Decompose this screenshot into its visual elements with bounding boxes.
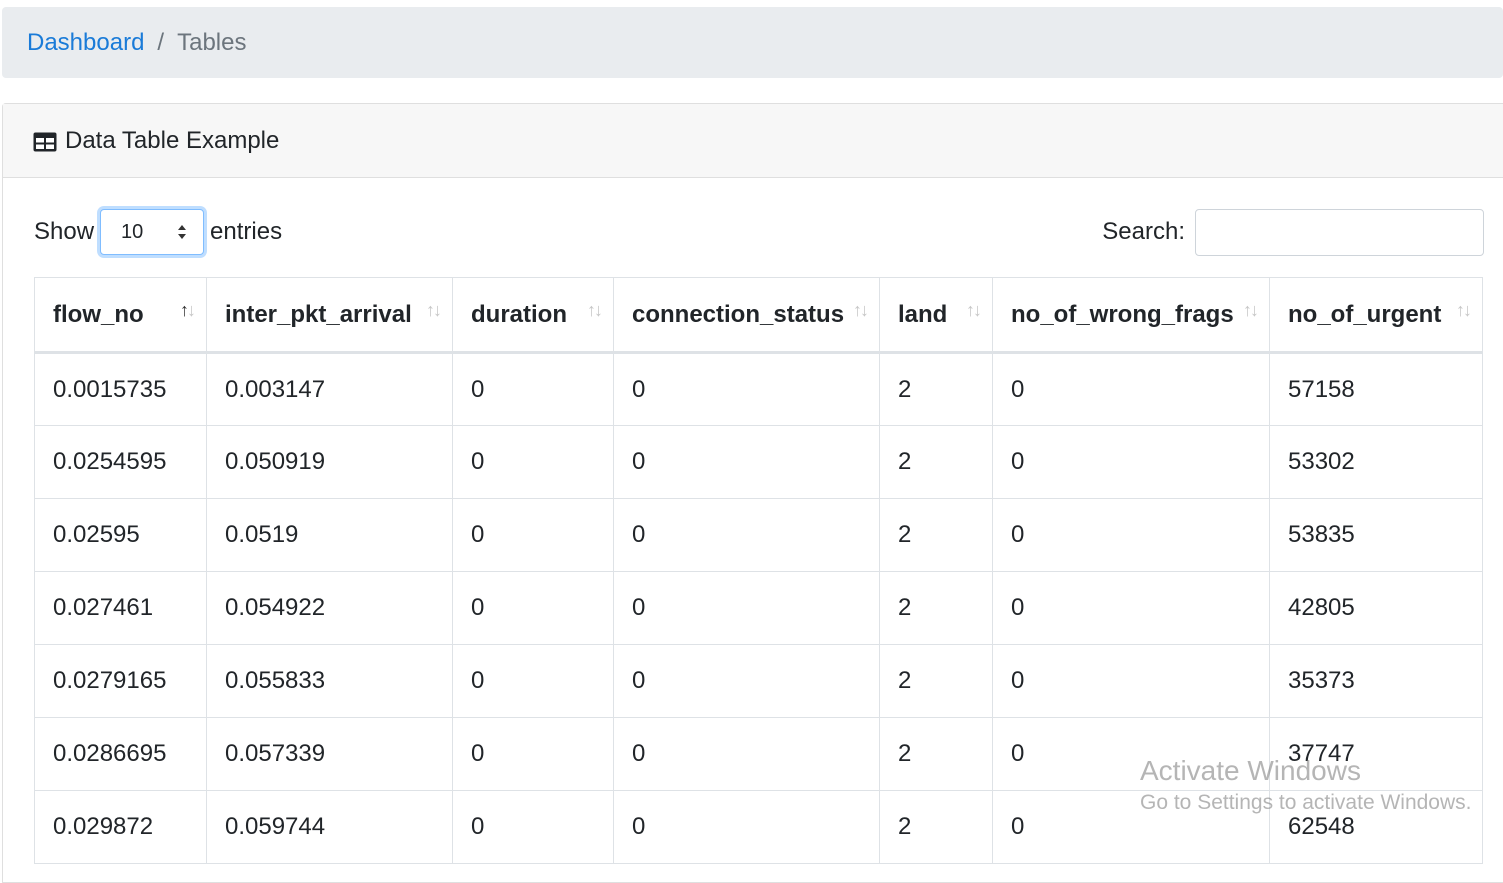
- table-cell-duration: 0: [452, 425, 614, 499]
- entries-select-value: 10: [121, 220, 144, 243]
- data-table: flow_no ↑↓ inter_pkt_arrival ↑↓ duration…: [34, 277, 1483, 864]
- entries-length-control: Show 10 entries: [34, 207, 282, 257]
- table-cell-land: 2: [879, 352, 993, 426]
- column-header-label: no_of_wrong_frags: [1011, 300, 1234, 328]
- table-cell-no-of-urgent: 53302: [1269, 425, 1483, 499]
- column-header-land[interactable]: land ↑↓: [879, 277, 993, 354]
- column-header-flow-no[interactable]: flow_no ↑↓: [34, 277, 207, 354]
- table-header-row: flow_no ↑↓ inter_pkt_arrival ↑↓ duration…: [34, 277, 1483, 354]
- table-cell-flow-no: 0.02595: [34, 498, 207, 572]
- column-header-no-of-wrong-frags[interactable]: no_of_wrong_frags ↑↓: [992, 277, 1270, 354]
- column-header-label: no_of_urgent: [1288, 300, 1442, 328]
- table-cell-duration: 0: [452, 498, 614, 572]
- table-cell-connection-status: 0: [613, 425, 880, 499]
- table-cell-land: 2: [879, 717, 993, 791]
- table-row: 0.027461 0.054922 0 0 2 0 42805: [34, 571, 1483, 645]
- column-header-label: land: [898, 300, 948, 328]
- table-controls: Show 10 entries Search:: [3, 207, 1503, 257]
- table-cell-no-of-wrong-frags: 0: [992, 790, 1270, 864]
- table-row: 0.0254595 0.050919 0 0 2 0 53302: [34, 425, 1483, 499]
- table-cell-inter-pkt-arrival: 0.003147: [206, 352, 453, 426]
- sort-asc-icon: ↑↓: [180, 300, 196, 320]
- table-cell-flow-no: 0.0286695: [34, 717, 207, 791]
- table-cell-no-of-wrong-frags: 0: [992, 425, 1270, 499]
- table-row: 0.0015735 0.003147 0 0 2 0 57158: [34, 352, 1483, 426]
- column-header-label: connection_status: [632, 300, 845, 328]
- table-cell-no-of-urgent: 57158: [1269, 352, 1483, 426]
- table-cell-flow-no: 0.0015735: [34, 352, 207, 426]
- table-cell-no-of-wrong-frags: 0: [992, 498, 1270, 572]
- table-cell-flow-no: 0.027461: [34, 571, 207, 645]
- table-cell-flow-no: 0.029872: [34, 790, 207, 864]
- column-header-duration[interactable]: duration ↑↓: [452, 277, 614, 354]
- table-cell-duration: 0: [452, 717, 614, 791]
- column-header-label: inter_pkt_arrival: [225, 300, 412, 328]
- table-cell-connection-status: 0: [613, 644, 880, 718]
- table-cell-connection-status: 0: [613, 790, 880, 864]
- search-input[interactable]: [1195, 208, 1484, 256]
- data-table-card: Data Table Example Show 10 entries Searc…: [2, 103, 1503, 883]
- table-cell-connection-status: 0: [613, 571, 880, 645]
- table-cell-duration: 0: [452, 352, 614, 426]
- search-control: Search:: [1102, 207, 1484, 257]
- table-cell-duration: 0: [452, 790, 614, 864]
- table-cell-inter-pkt-arrival: 0.055833: [206, 644, 453, 718]
- sort-icon: ↑↓: [587, 300, 603, 320]
- table-cell-duration: 0: [452, 644, 614, 718]
- entries-select[interactable]: 10: [100, 209, 205, 255]
- table-cell-land: 2: [879, 790, 993, 864]
- table-cell-inter-pkt-arrival: 0.050919: [206, 425, 453, 499]
- breadcrumb-current: Tables: [177, 28, 247, 56]
- column-header-no-of-urgent[interactable]: no_of_urgent ↑↓: [1269, 277, 1483, 354]
- table-cell-connection-status: 0: [613, 498, 880, 572]
- table-cell-no-of-urgent: 35373: [1269, 644, 1483, 718]
- column-header-label: flow_no: [53, 300, 144, 328]
- table-cell-no-of-urgent: 62548: [1269, 790, 1483, 864]
- table-cell-flow-no: 0.0254595: [34, 425, 207, 499]
- card-title: Data Table Example: [65, 126, 280, 154]
- table-row: 0.029872 0.059744 0 0 2 0 62548: [34, 790, 1483, 864]
- table-row: 0.0286695 0.057339 0 0 2 0 37747: [34, 717, 1483, 791]
- sort-icon: ↑↓: [426, 300, 442, 320]
- sort-icon: ↑↓: [853, 300, 869, 320]
- entries-label: entries: [210, 218, 283, 245]
- table-cell-land: 2: [879, 644, 993, 718]
- table-cell-no-of-urgent: 53835: [1269, 498, 1483, 572]
- table-cell-land: 2: [879, 425, 993, 499]
- show-label: Show: [34, 218, 95, 245]
- table-cell-land: 2: [879, 571, 993, 645]
- table-body: 0.0015735 0.003147 0 0 2 0 57158 0.0254595 0.050…: [34, 352, 1483, 864]
- sort-icon: ↑↓: [1243, 300, 1259, 320]
- table-cell-flow-no: 0.0279165: [34, 644, 207, 718]
- column-header-connection-status[interactable]: connection_status ↑↓: [613, 277, 880, 354]
- table-cell-no-of-urgent: 37747: [1269, 717, 1483, 791]
- table-cell-no-of-urgent: 42805: [1269, 571, 1483, 645]
- table-cell-connection-status: 0: [613, 352, 880, 426]
- table-cell-no-of-wrong-frags: 0: [992, 717, 1270, 791]
- table-row: 0.02595 0.0519 0 0 2 0 53835: [34, 498, 1483, 572]
- table-cell-duration: 0: [452, 571, 614, 645]
- table-cell-inter-pkt-arrival: 0.0519: [206, 498, 453, 572]
- table-row: 0.0279165 0.055833 0 0 2 0 35373: [34, 644, 1483, 718]
- sort-icon: ↑↓: [1456, 300, 1472, 320]
- breadcrumb-dashboard-link[interactable]: Dashboard: [27, 29, 144, 57]
- column-header-label: duration: [471, 300, 567, 328]
- breadcrumb: Dashboard / Tables: [2, 7, 1503, 78]
- table-cell-land: 2: [879, 498, 993, 572]
- table-cell-no-of-wrong-frags: 0: [992, 352, 1270, 426]
- search-label: Search:: [1102, 218, 1185, 245]
- column-header-inter-pkt-arrival[interactable]: inter_pkt_arrival ↑↓: [206, 277, 453, 354]
- table-cell-connection-status: 0: [613, 717, 880, 791]
- sort-icon: ↑↓: [966, 300, 982, 320]
- table-cell-no-of-wrong-frags: 0: [992, 644, 1270, 718]
- breadcrumb-separator: /: [157, 28, 165, 56]
- table-cell-no-of-wrong-frags: 0: [992, 571, 1270, 645]
- table-icon: [33, 131, 57, 151]
- table-cell-inter-pkt-arrival: 0.057339: [206, 717, 453, 791]
- card-header: Data Table Example: [3, 104, 1503, 178]
- table-cell-inter-pkt-arrival: 0.054922: [206, 571, 453, 645]
- table-cell-inter-pkt-arrival: 0.059744: [206, 790, 453, 864]
- select-arrows-icon: [177, 224, 187, 240]
